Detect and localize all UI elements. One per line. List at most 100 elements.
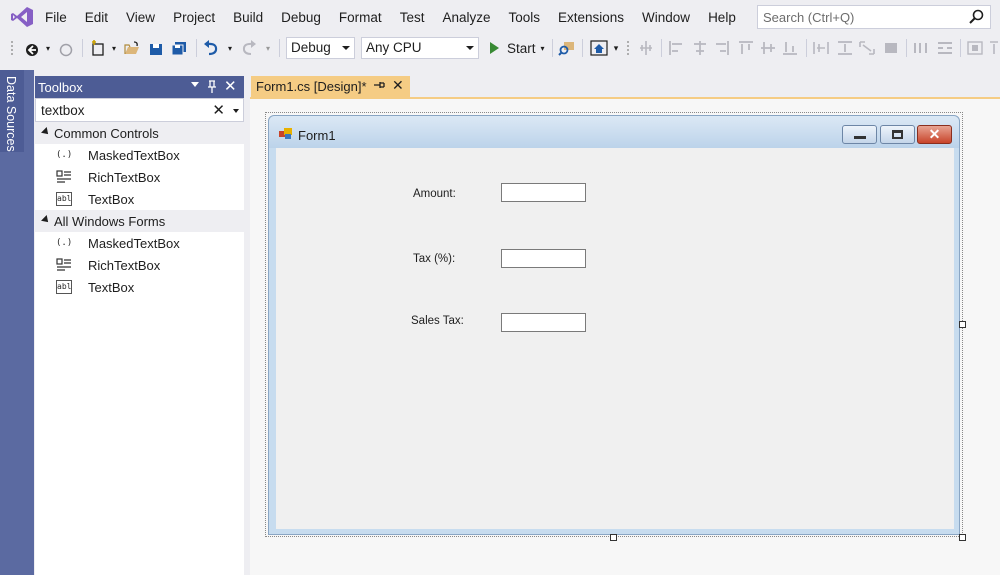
toolbox-group-common-controls[interactable]: Common Controls xyxy=(35,122,244,144)
window-position-icon[interactable] xyxy=(191,82,199,87)
tab-form1-design[interactable]: Form1.cs [Design]* ✕ xyxy=(251,76,410,97)
toolbox-group-all-windows-forms[interactable]: All Windows Forms xyxy=(35,210,244,232)
collapse-triangle-icon[interactable] xyxy=(41,215,51,225)
toolbox-item-maskedtextbox[interactable]: (.) MaskedTextBox xyxy=(35,232,244,254)
group-label: All Windows Forms xyxy=(54,214,166,229)
maximize-button[interactable] xyxy=(880,125,915,144)
tab-label: Form1.cs [Design]* xyxy=(256,79,367,94)
new-project-icon[interactable] xyxy=(90,38,106,58)
save-icon[interactable] xyxy=(148,38,164,58)
menu-extensions[interactable]: Extensions xyxy=(549,10,633,25)
item-label: RichTextBox xyxy=(88,170,161,185)
resize-handle-right[interactable] xyxy=(959,321,966,328)
search-placeholder: Search (Ctrl+Q) xyxy=(763,10,855,25)
search-options-dropdown-icon[interactable] xyxy=(233,109,239,113)
textbox-icon: abl xyxy=(56,192,72,206)
close-tab-icon[interactable]: ✕ xyxy=(392,77,404,94)
open-file-icon[interactable] xyxy=(124,38,140,58)
textbox-icon: abl xyxy=(56,280,72,294)
toolbox-item-textbox[interactable]: abl TextBox xyxy=(35,276,244,298)
menu-window[interactable]: Window xyxy=(633,10,699,25)
menu-project[interactable]: Project xyxy=(164,10,224,25)
close-button[interactable]: ✕ xyxy=(917,125,952,144)
menu-tools[interactable]: Tools xyxy=(499,10,549,25)
search-input[interactable]: Search (Ctrl+Q) xyxy=(757,5,991,29)
form-client-area[interactable]: Amount: Tax (%): Sales Tax: xyxy=(276,148,954,529)
start-dropdown-icon[interactable]: ▾ xyxy=(541,44,545,53)
resize-handle-bottom[interactable] xyxy=(610,534,617,541)
amount-label: Amount: xyxy=(413,188,456,200)
redo-dropdown-icon[interactable]: ▾ xyxy=(264,38,272,58)
data-sources-tab[interactable]: Data Sources xyxy=(0,70,24,152)
clear-search-icon[interactable]: ✕ xyxy=(212,101,225,119)
menu-help[interactable]: Help xyxy=(699,10,745,25)
resize-handle-corner[interactable] xyxy=(959,534,966,541)
sales-tax-label: Sales Tax: xyxy=(411,315,464,327)
toolbox-search-input[interactable]: textbox ✕ xyxy=(35,98,244,122)
menu-view[interactable]: View xyxy=(117,10,164,25)
layout-toolbar-grip[interactable] xyxy=(626,40,630,56)
minimize-icon xyxy=(853,136,866,139)
sales-tax-textbox[interactable] xyxy=(501,313,586,332)
pin-icon[interactable] xyxy=(206,80,218,94)
toolbox-item-maskedtextbox[interactable]: (.) MaskedTextBox xyxy=(35,144,244,166)
size-to-grid-icon xyxy=(885,43,897,53)
data-sources-label: Data Sources xyxy=(4,76,18,152)
masked-textbox-icon: (.) xyxy=(56,150,73,160)
form-title-bar[interactable]: Form1 ✕ xyxy=(269,116,959,148)
make-same-width-icon xyxy=(813,42,829,54)
make-same-size-icon xyxy=(859,41,875,55)
collapse-triangle-icon[interactable] xyxy=(41,127,51,137)
undo-dropdown-icon[interactable]: ▾ xyxy=(226,38,234,58)
toolbox-item-richtextbox[interactable]: RichTextBox xyxy=(35,166,244,188)
navigate-back-icon[interactable] xyxy=(24,38,40,58)
align-middles-icon xyxy=(761,42,775,54)
toolbox-item-textbox[interactable]: abl TextBox xyxy=(35,188,244,210)
play-icon xyxy=(490,42,499,54)
menu-file[interactable]: File xyxy=(36,10,76,25)
home-icon[interactable] xyxy=(590,38,608,58)
amount-textbox[interactable] xyxy=(501,183,586,202)
save-all-icon[interactable] xyxy=(170,38,188,58)
make-same-height-icon xyxy=(838,41,852,55)
main-menu: File Edit View Project Build Debug Forma… xyxy=(36,0,745,34)
item-label: RichTextBox xyxy=(88,258,161,273)
menu-analyze[interactable]: Analyze xyxy=(433,10,499,25)
menu-edit[interactable]: Edit xyxy=(76,10,117,25)
navigate-forward-icon[interactable] xyxy=(58,38,74,58)
menu-debug[interactable]: Debug xyxy=(272,10,330,25)
close-icon[interactable]: ✕ xyxy=(224,77,237,95)
rich-textbox-icon xyxy=(56,170,71,183)
pin-tab-icon[interactable] xyxy=(373,79,385,91)
tax-textbox[interactable] xyxy=(501,249,586,268)
toolbox-header[interactable]: Toolbox ✕ xyxy=(35,76,244,98)
solution-platform-select[interactable]: Any CPU xyxy=(361,37,479,59)
vertical-spacing-icon xyxy=(938,42,952,54)
standard-toolbar: ▾ ▾ ▾ ▾ Debug Any CPU Start ▾ ▾ xyxy=(0,34,1000,62)
item-label: MaskedTextBox xyxy=(88,148,180,163)
align-tops-icon xyxy=(739,41,753,54)
rich-textbox-icon xyxy=(56,258,71,271)
redo-icon[interactable] xyxy=(240,38,258,58)
form1-window[interactable]: Form1 ✕ Amount: Tax (%): Sales Tax: xyxy=(268,115,960,535)
form-icon xyxy=(279,128,292,139)
new-project-dropdown-icon[interactable]: ▾ xyxy=(110,38,118,58)
item-label: TextBox xyxy=(88,192,135,207)
toolbox-item-richtextbox[interactable]: RichTextBox xyxy=(35,254,244,276)
menu-format[interactable]: Format xyxy=(330,10,391,25)
align-lefts-icon xyxy=(669,41,682,55)
back-dropdown-icon[interactable]: ▾ xyxy=(44,38,52,58)
start-label: Start xyxy=(507,40,536,56)
menu-test[interactable]: Test xyxy=(391,10,434,25)
toolbar-overflow-icon[interactable]: ▾ xyxy=(612,38,620,58)
start-debugging-button[interactable]: Start ▾ xyxy=(486,37,545,59)
menu-build[interactable]: Build xyxy=(224,10,272,25)
tab-underline xyxy=(250,97,1000,99)
toolbar-grip[interactable] xyxy=(10,40,14,56)
minimize-button[interactable] xyxy=(842,125,877,144)
horizontal-spacing-icon xyxy=(914,43,927,53)
undo-icon[interactable] xyxy=(202,38,220,58)
toolbox-title: Toolbox xyxy=(38,80,83,95)
solution-configuration-select[interactable]: Debug xyxy=(286,37,355,59)
find-in-files-icon[interactable] xyxy=(558,38,576,58)
